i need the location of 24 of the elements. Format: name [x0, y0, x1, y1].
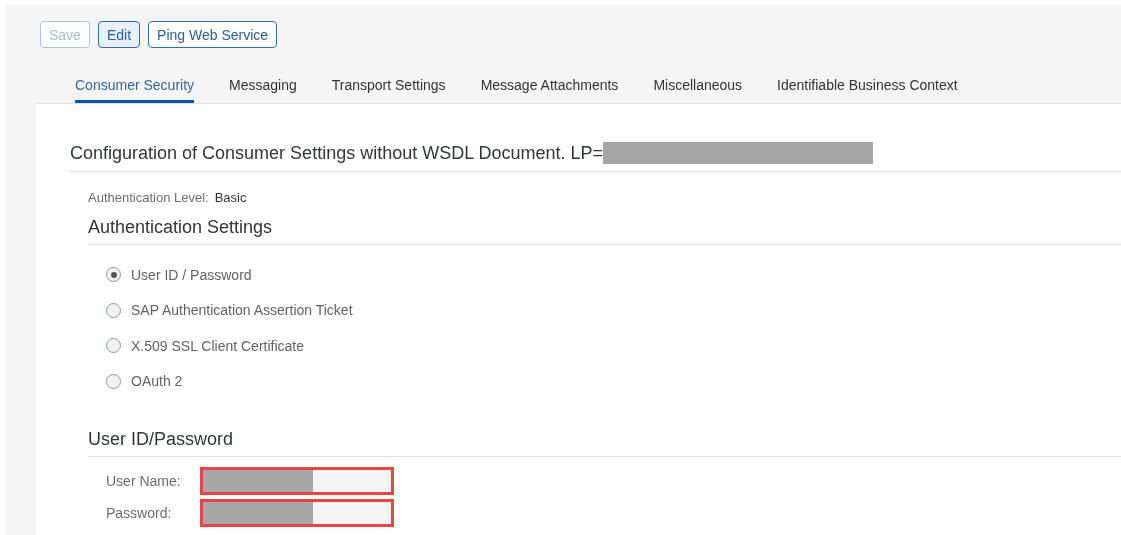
radio-button[interactable] — [106, 267, 121, 283]
tab[interactable]: Transport Settings — [331, 73, 446, 103]
tab[interactable]: Identifiable Business Context — [777, 73, 958, 103]
field-label: User Name: — [106, 473, 182, 489]
section-heading: User ID/Password — [88, 429, 1121, 457]
field-value: Basic — [214, 190, 247, 205]
radio-label[interactable]: X.509 SSL Client Certificate — [131, 337, 304, 354]
field-label: Password: — [106, 505, 173, 521]
radio-label[interactable]: OAuth 2 — [131, 373, 183, 390]
page-title: Configuration of Consumer Settings without WSDL Document. LP= — [70, 142, 604, 164]
toolbar-button[interactable]: Edit — [97, 21, 141, 48]
input-field[interactable] — [200, 467, 394, 495]
ping-button[interactable]: Ping Web Service — [148, 21, 278, 48]
tab[interactable]: Messaging — [229, 73, 297, 103]
field-label: Authentication Level: — [88, 190, 209, 205]
tab[interactable]: Message Attachments — [480, 73, 619, 103]
radio-label[interactable]: User ID / Password — [131, 266, 252, 283]
radio-button[interactable] — [106, 302, 121, 318]
section-heading: Authentication Settings — [88, 217, 1121, 245]
tab[interactable]: Miscellaneous — [653, 73, 743, 103]
radio-button[interactable] — [106, 338, 121, 354]
input-field[interactable] — [200, 499, 394, 527]
radio-label[interactable]: SAP Authentication Assertion Ticket — [131, 302, 353, 319]
radio-button[interactable] — [106, 373, 121, 389]
